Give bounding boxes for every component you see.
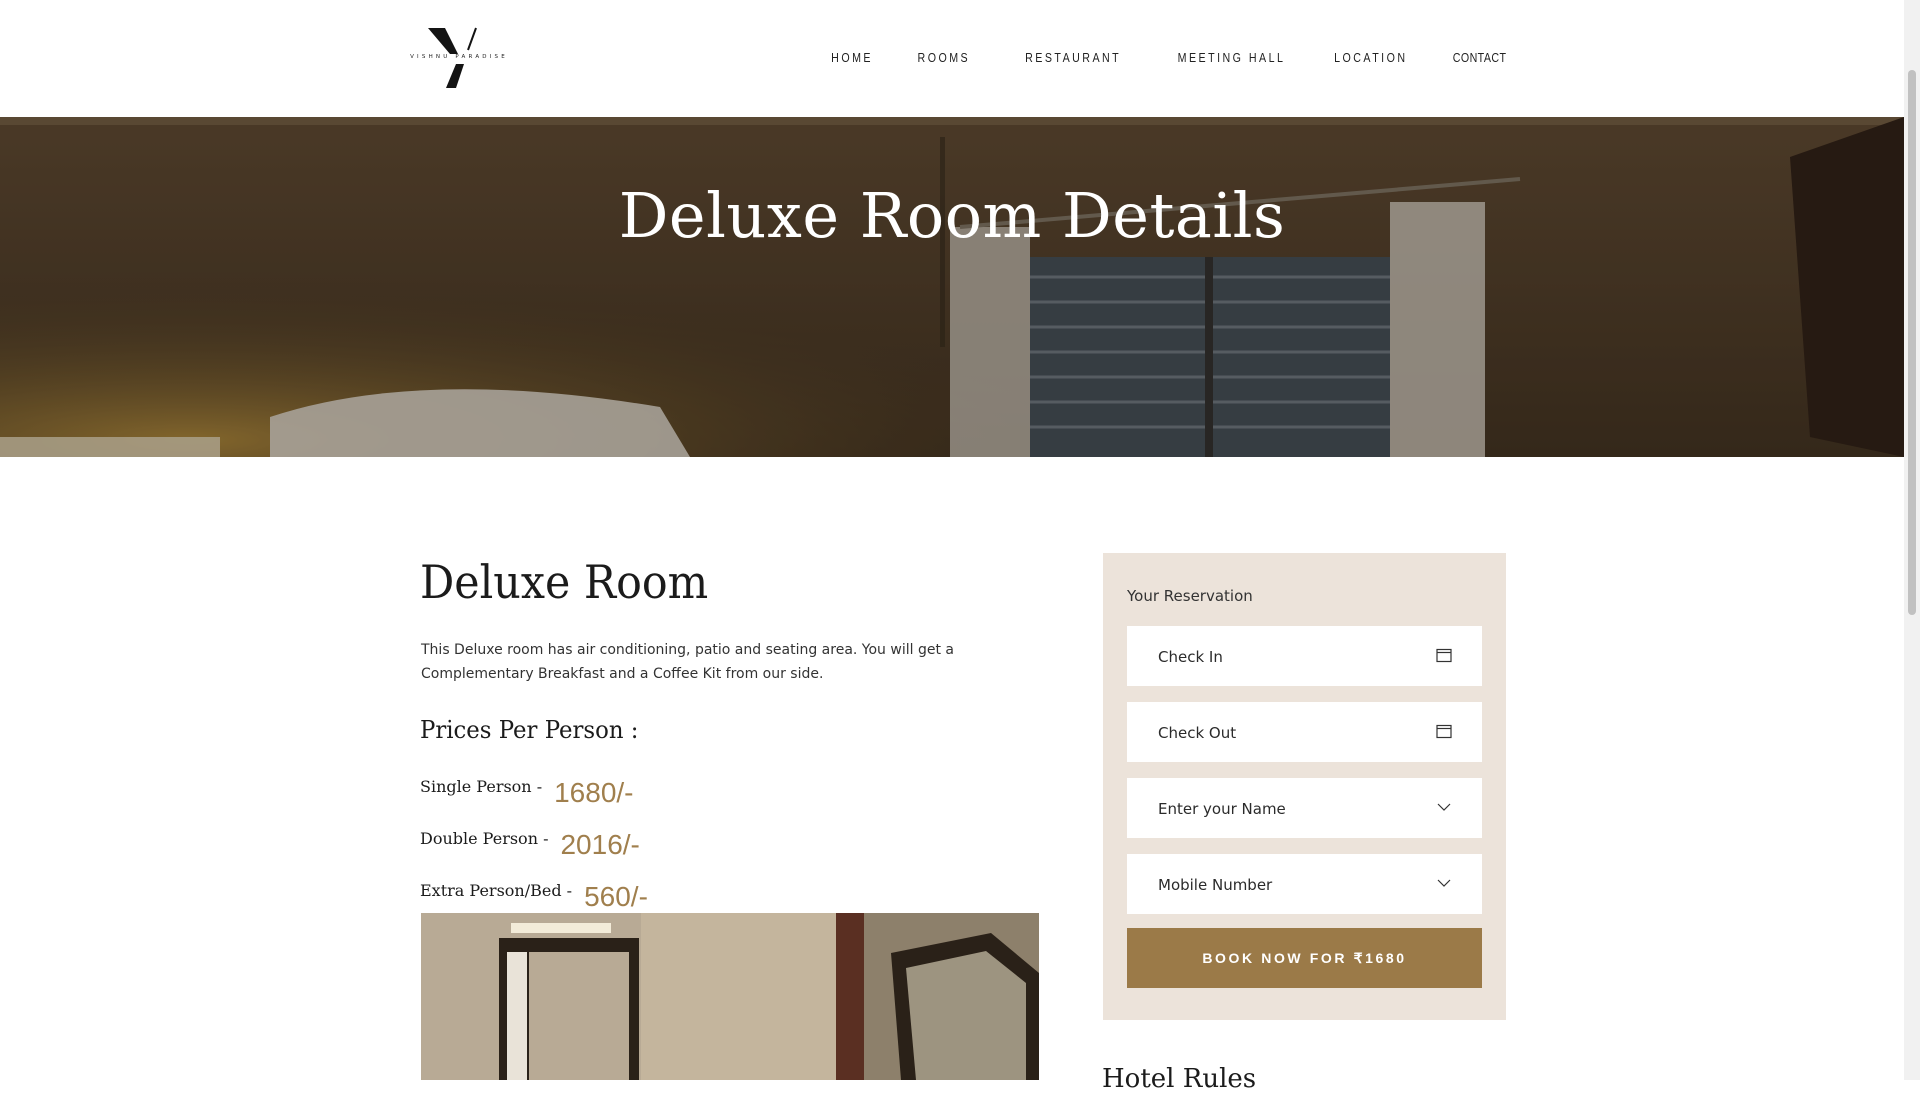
price-value: 560/- xyxy=(584,881,648,912)
price-label: Extra Person/Bed - xyxy=(420,881,573,900)
chevron-down-icon[interactable] xyxy=(1436,875,1452,891)
price-row-double: Double Person - 2016/- xyxy=(420,819,640,860)
site-header: VISHNU PARADISE HOME ROOMS RESTAURANT ME… xyxy=(0,0,1904,117)
name-label: Enter your Name xyxy=(1158,800,1286,818)
check-out-field[interactable]: Check Out xyxy=(1127,702,1482,762)
check-out-label: Check Out xyxy=(1158,724,1237,742)
mobile-number-field[interactable]: Mobile Number xyxy=(1127,854,1482,914)
nav-location[interactable]: LOCATION xyxy=(1334,50,1407,70)
name-field[interactable]: Enter your Name xyxy=(1127,778,1482,838)
scrollbar-thumb[interactable] xyxy=(1908,70,1916,615)
reservation-title: Your Reservation xyxy=(1127,587,1253,605)
nav-restaurant[interactable]: RESTAURANT xyxy=(1025,50,1121,70)
price-value: 2016/- xyxy=(560,829,640,860)
room-description: This Deluxe room has air conditioning, p… xyxy=(421,642,954,682)
bathroom-image xyxy=(421,913,1039,1080)
calendar-icon[interactable] xyxy=(1436,647,1452,663)
mobile-number-label: Mobile Number xyxy=(1158,876,1273,894)
calendar-icon[interactable] xyxy=(1436,723,1452,739)
check-in-label: Check In xyxy=(1158,648,1223,666)
room-title: Deluxe Room xyxy=(420,555,709,609)
reservation-card: Your Reservation Check In Check Out Ente… xyxy=(1103,553,1506,1020)
hotel-rules-heading: Hotel Rules xyxy=(1102,1064,1257,1094)
check-in-field[interactable]: Check In xyxy=(1127,626,1482,686)
hero-bedroom-image xyxy=(0,117,1904,457)
hero-banner: Deluxe Room Details xyxy=(0,117,1904,457)
main-nav: HOME ROOMS RESTAURANT MEETING HALL LOCAT… xyxy=(789,50,1506,70)
nav-meeting-hall[interactable]: MEETING HALL xyxy=(1177,50,1285,70)
price-value: 1680/- xyxy=(554,777,634,808)
price-row-single: Single Person - 1680/- xyxy=(420,767,634,808)
room-bathroom-photo xyxy=(421,913,1039,1080)
page-scrollbar[interactable] xyxy=(1904,0,1920,1080)
chevron-down-icon[interactable] xyxy=(1436,799,1452,815)
price-label: Double Person - xyxy=(420,829,549,848)
page-title: Deluxe Room Details xyxy=(618,178,1286,252)
nav-home[interactable]: HOME xyxy=(832,50,874,70)
nav-rooms[interactable]: ROOMS xyxy=(918,50,971,70)
prices-heading: Prices Per Person : xyxy=(420,716,639,744)
price-row-extra: Extra Person/Bed - 560/- xyxy=(420,871,648,912)
brand-logo[interactable]: VISHNU PARADISE xyxy=(398,24,520,94)
nav-contact[interactable]: CONTACT xyxy=(1452,50,1506,70)
price-label: Single Person - xyxy=(420,777,543,796)
brand-name: VISHNU PARADISE xyxy=(410,54,508,60)
book-now-button[interactable]: BOOK NOW FOR ₹1680 xyxy=(1127,928,1482,988)
